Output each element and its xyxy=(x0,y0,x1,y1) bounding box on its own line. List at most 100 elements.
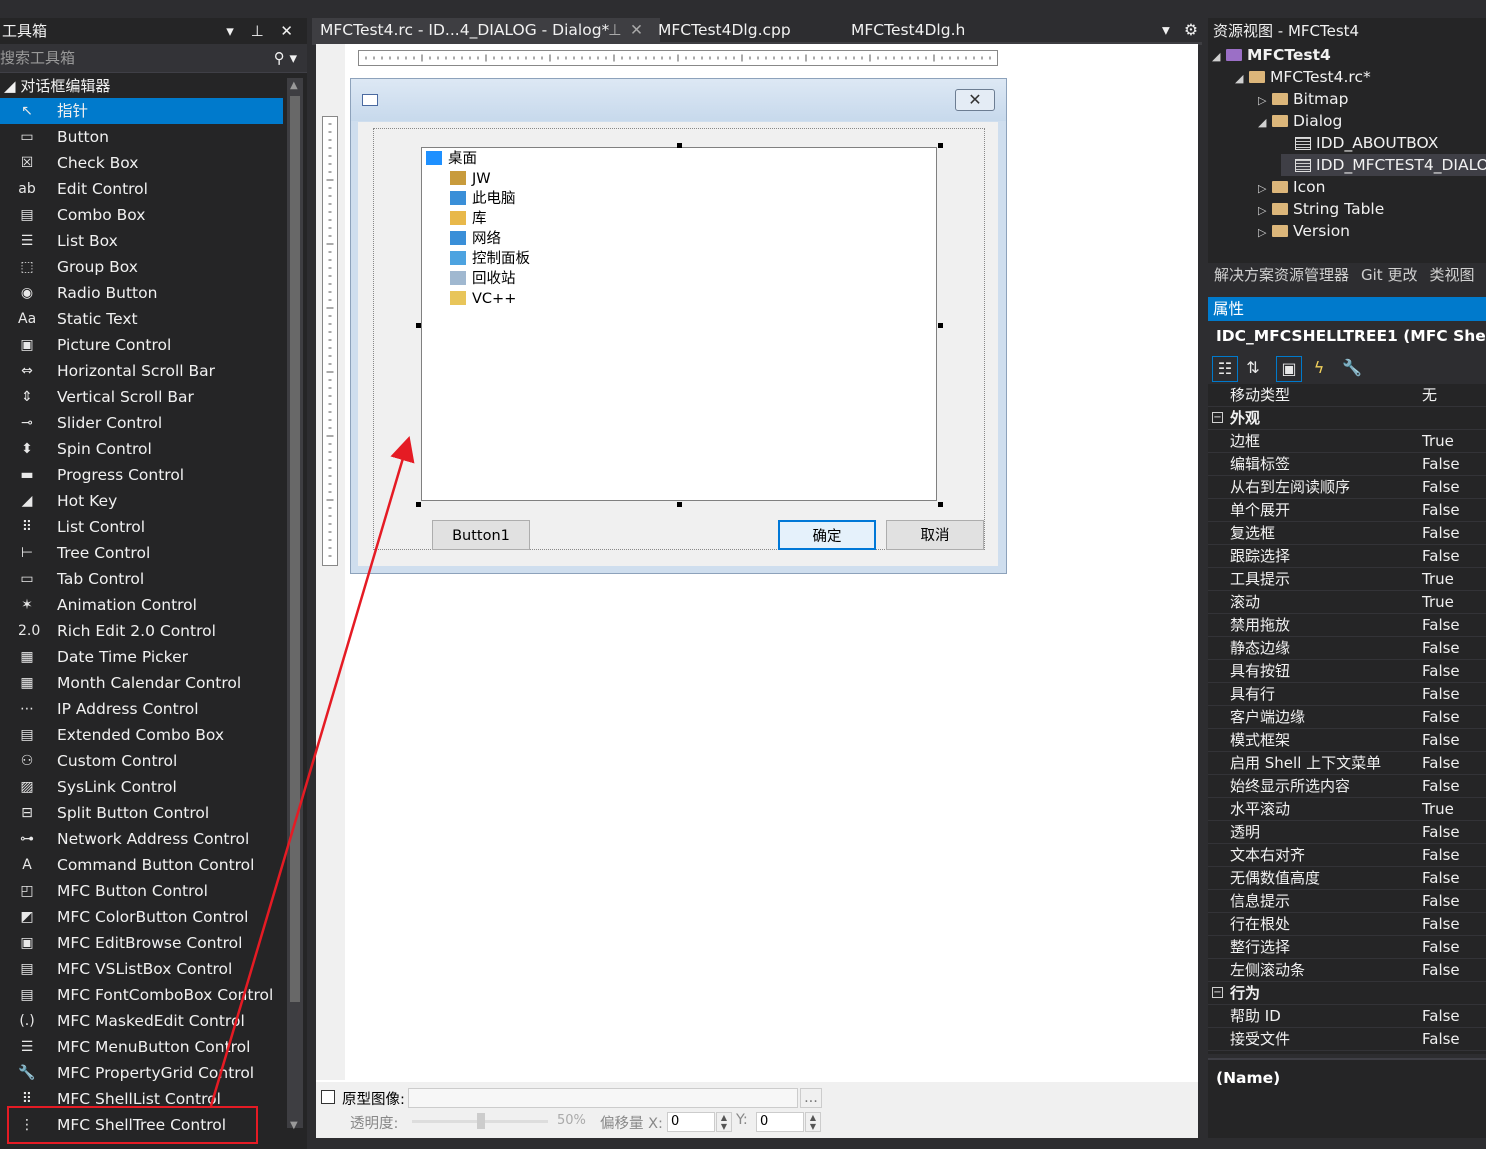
property-row[interactable]: 具有行 False xyxy=(1208,683,1486,706)
resource-tree-item[interactable]: IDD_ABOUTBOX xyxy=(1281,132,1438,154)
resize-handle[interactable] xyxy=(938,143,943,148)
property-pages-icon[interactable]: 🔧 xyxy=(1340,356,1364,380)
property-value[interactable]: False xyxy=(1422,706,1460,729)
resize-handle[interactable] xyxy=(938,502,943,507)
toolbox-item[interactable]: ▭ Button xyxy=(0,124,283,150)
toolbox-item[interactable]: ▤ Extended Combo Box xyxy=(0,722,283,748)
dialog-close-button[interactable]: ✕ xyxy=(955,89,995,111)
collapse-icon[interactable]: − xyxy=(1212,987,1223,998)
tree-node[interactable]: 网络 xyxy=(450,229,501,249)
resource-tree-item[interactable]: ◢ MFCTest4.rc* xyxy=(1235,66,1371,88)
resource-tree-item[interactable]: IDD_MFCTEST4_DIALOG xyxy=(1281,154,1486,176)
pin-icon[interactable]: ⊥ xyxy=(608,18,622,42)
resize-handle[interactable] xyxy=(416,323,421,328)
property-row[interactable]: 水平滚动 True xyxy=(1208,798,1486,821)
toolbox-item[interactable]: ▤ MFC VSListBox Control xyxy=(0,956,283,982)
property-row[interactable]: 禁用拖放 False xyxy=(1208,614,1486,637)
resize-handle[interactable] xyxy=(416,502,421,507)
toolbox-item[interactable]: ▣ MFC EditBrowse Control xyxy=(0,930,283,956)
property-value[interactable]: True xyxy=(1422,568,1454,591)
resource-tree-item[interactable]: ◢ MFCTest4 xyxy=(1212,44,1331,66)
categorized-icon[interactable]: ☷ xyxy=(1212,356,1238,382)
dialog-cancel-button[interactable]: 取消 xyxy=(886,520,984,550)
tree-node[interactable]: 回收站 xyxy=(450,269,516,289)
property-value[interactable]: False xyxy=(1422,775,1460,798)
toolbox-item[interactable]: ⊸ Slider Control xyxy=(0,410,283,436)
tree-node[interactable]: VC++ xyxy=(450,289,516,309)
toolbox-item[interactable]: ◩ MFC ColorButton Control xyxy=(0,904,283,930)
property-value[interactable]: False xyxy=(1422,913,1460,936)
toolbox-item[interactable]: ▦ Date Time Picker xyxy=(0,644,283,670)
expand-arrow-icon[interactable]: ▷ xyxy=(1258,222,1272,244)
properties-object-selector[interactable]: IDC_MFCSHELLTREE1 (MFC Shell Tree Contro… xyxy=(1208,322,1486,350)
toolbox-item[interactable]: ⚇ Custom Control xyxy=(0,748,283,774)
tab-dropdown-icon[interactable]: ▾ xyxy=(1154,18,1170,42)
toolbox-item[interactable]: ▦ Month Calendar Control xyxy=(0,670,283,696)
close-icon[interactable]: ✕ xyxy=(630,18,643,42)
property-row[interactable]: 信息提示 False xyxy=(1208,890,1486,913)
property-row[interactable]: 编辑标签 False xyxy=(1208,453,1486,476)
resource-tree-item[interactable]: ▷ Icon xyxy=(1258,176,1325,198)
toolbox-item[interactable]: Aa Static Text xyxy=(0,306,283,332)
toolbox-item[interactable]: ⬍ Spin Control xyxy=(0,436,283,462)
offset-y-input[interactable]: 0 xyxy=(756,1112,804,1132)
tab-solution-explorer[interactable]: 解决方案资源管理器 xyxy=(1214,266,1349,284)
toolbox-group-header[interactable]: ◢ 对话框编辑器 xyxy=(0,73,307,99)
opacity-slider-thumb[interactable] xyxy=(477,1113,485,1129)
search-icon[interactable]: ⚲ ▾ xyxy=(274,44,297,72)
prototype-checkbox[interactable] xyxy=(321,1090,335,1104)
property-value[interactable]: True xyxy=(1422,798,1454,821)
property-category[interactable]: − 行为 xyxy=(1208,982,1486,1005)
property-value[interactable]: False xyxy=(1422,729,1460,752)
property-value[interactable]: False xyxy=(1422,660,1460,683)
toolbox-item[interactable]: ⋯ IP Address Control xyxy=(0,696,283,722)
expand-arrow-icon[interactable]: ▷ xyxy=(1258,200,1272,222)
property-value[interactable]: False xyxy=(1422,545,1460,568)
toolbox-item[interactable]: ▬ Progress Control xyxy=(0,462,283,488)
tab-dialog-rc[interactable]: MFCTest4.rc - ID...4_DIALOG - Dialog* ⊥ … xyxy=(312,18,660,42)
toolbox-item[interactable]: ◰ MFC Button Control xyxy=(0,878,283,904)
toolbox-item[interactable]: ⠿ List Control xyxy=(0,514,283,540)
tree-node[interactable]: 控制面板 xyxy=(450,249,530,269)
expand-arrow-icon[interactable]: ◢ xyxy=(1258,112,1272,134)
property-row[interactable]: 无偶数值高度 False xyxy=(1208,867,1486,890)
prototype-browse-button[interactable]: ... xyxy=(800,1088,822,1108)
property-row[interactable]: 帮助 ID False xyxy=(1208,1005,1486,1028)
toolbox-item[interactable]: A Command Button Control xyxy=(0,852,283,878)
tree-node[interactable]: 库 xyxy=(450,209,487,229)
property-value[interactable]: False xyxy=(1422,936,1460,959)
property-row[interactable]: 接受文件 False xyxy=(1208,1028,1486,1051)
toolbox-item[interactable]: ✶ Animation Control xyxy=(0,592,283,618)
tree-node[interactable]: JW xyxy=(450,169,491,189)
toolbox-item[interactable]: 🔧 MFC PropertyGrid Control xyxy=(0,1060,283,1086)
dialog-titlebar[interactable] xyxy=(351,79,1006,121)
toolbox-item[interactable]: ⇕ Vertical Scroll Bar xyxy=(0,384,283,410)
toolbox-item[interactable]: ▤ Combo Box xyxy=(0,202,283,228)
property-row[interactable]: 启用 Shell 上下文菜单 False xyxy=(1208,752,1486,775)
properties-icon[interactable]: ▣ xyxy=(1276,356,1302,382)
toolbox-scrollbar-thumb[interactable] xyxy=(290,96,300,1002)
property-row[interactable]: 复选框 False xyxy=(1208,522,1486,545)
property-value[interactable]: False xyxy=(1422,476,1460,499)
gear-icon[interactable]: ⚙ xyxy=(1176,18,1198,42)
property-row[interactable]: 始终显示所选内容 False xyxy=(1208,775,1486,798)
offset-x-spinner[interactable]: ▲ ▼ xyxy=(716,1112,732,1132)
dialog-ok-button[interactable]: 确定 xyxy=(778,520,876,550)
toolbox-item[interactable]: ⊶ Network Address Control xyxy=(0,826,283,852)
resource-tree-item[interactable]: ▷ String Table xyxy=(1258,198,1384,220)
property-value[interactable]: True xyxy=(1422,591,1454,614)
property-row[interactable]: 单个展开 False xyxy=(1208,499,1486,522)
property-value[interactable]: False xyxy=(1422,522,1460,545)
toolbox-item[interactable]: ◢ Hot Key xyxy=(0,488,283,514)
property-value[interactable]: False xyxy=(1422,821,1460,844)
property-value[interactable]: False xyxy=(1422,453,1460,476)
tree-node[interactable]: 桌面 xyxy=(426,149,477,169)
property-row[interactable]: 移动类型 无 xyxy=(1208,384,1486,407)
property-value[interactable]: False xyxy=(1422,867,1460,890)
toolbox-item[interactable]: (.) MFC MaskedEdit Control xyxy=(0,1008,283,1034)
toolbox-item[interactable]: ☒ Check Box xyxy=(0,150,283,176)
tab-dlg-cpp[interactable]: MFCTest4Dlg.cpp xyxy=(650,18,791,42)
property-row[interactable]: 具有按钮 False xyxy=(1208,660,1486,683)
toolbox-item[interactable]: ↖ 指针 xyxy=(0,98,283,124)
tab-class-view[interactable]: 类视图 xyxy=(1429,266,1474,284)
